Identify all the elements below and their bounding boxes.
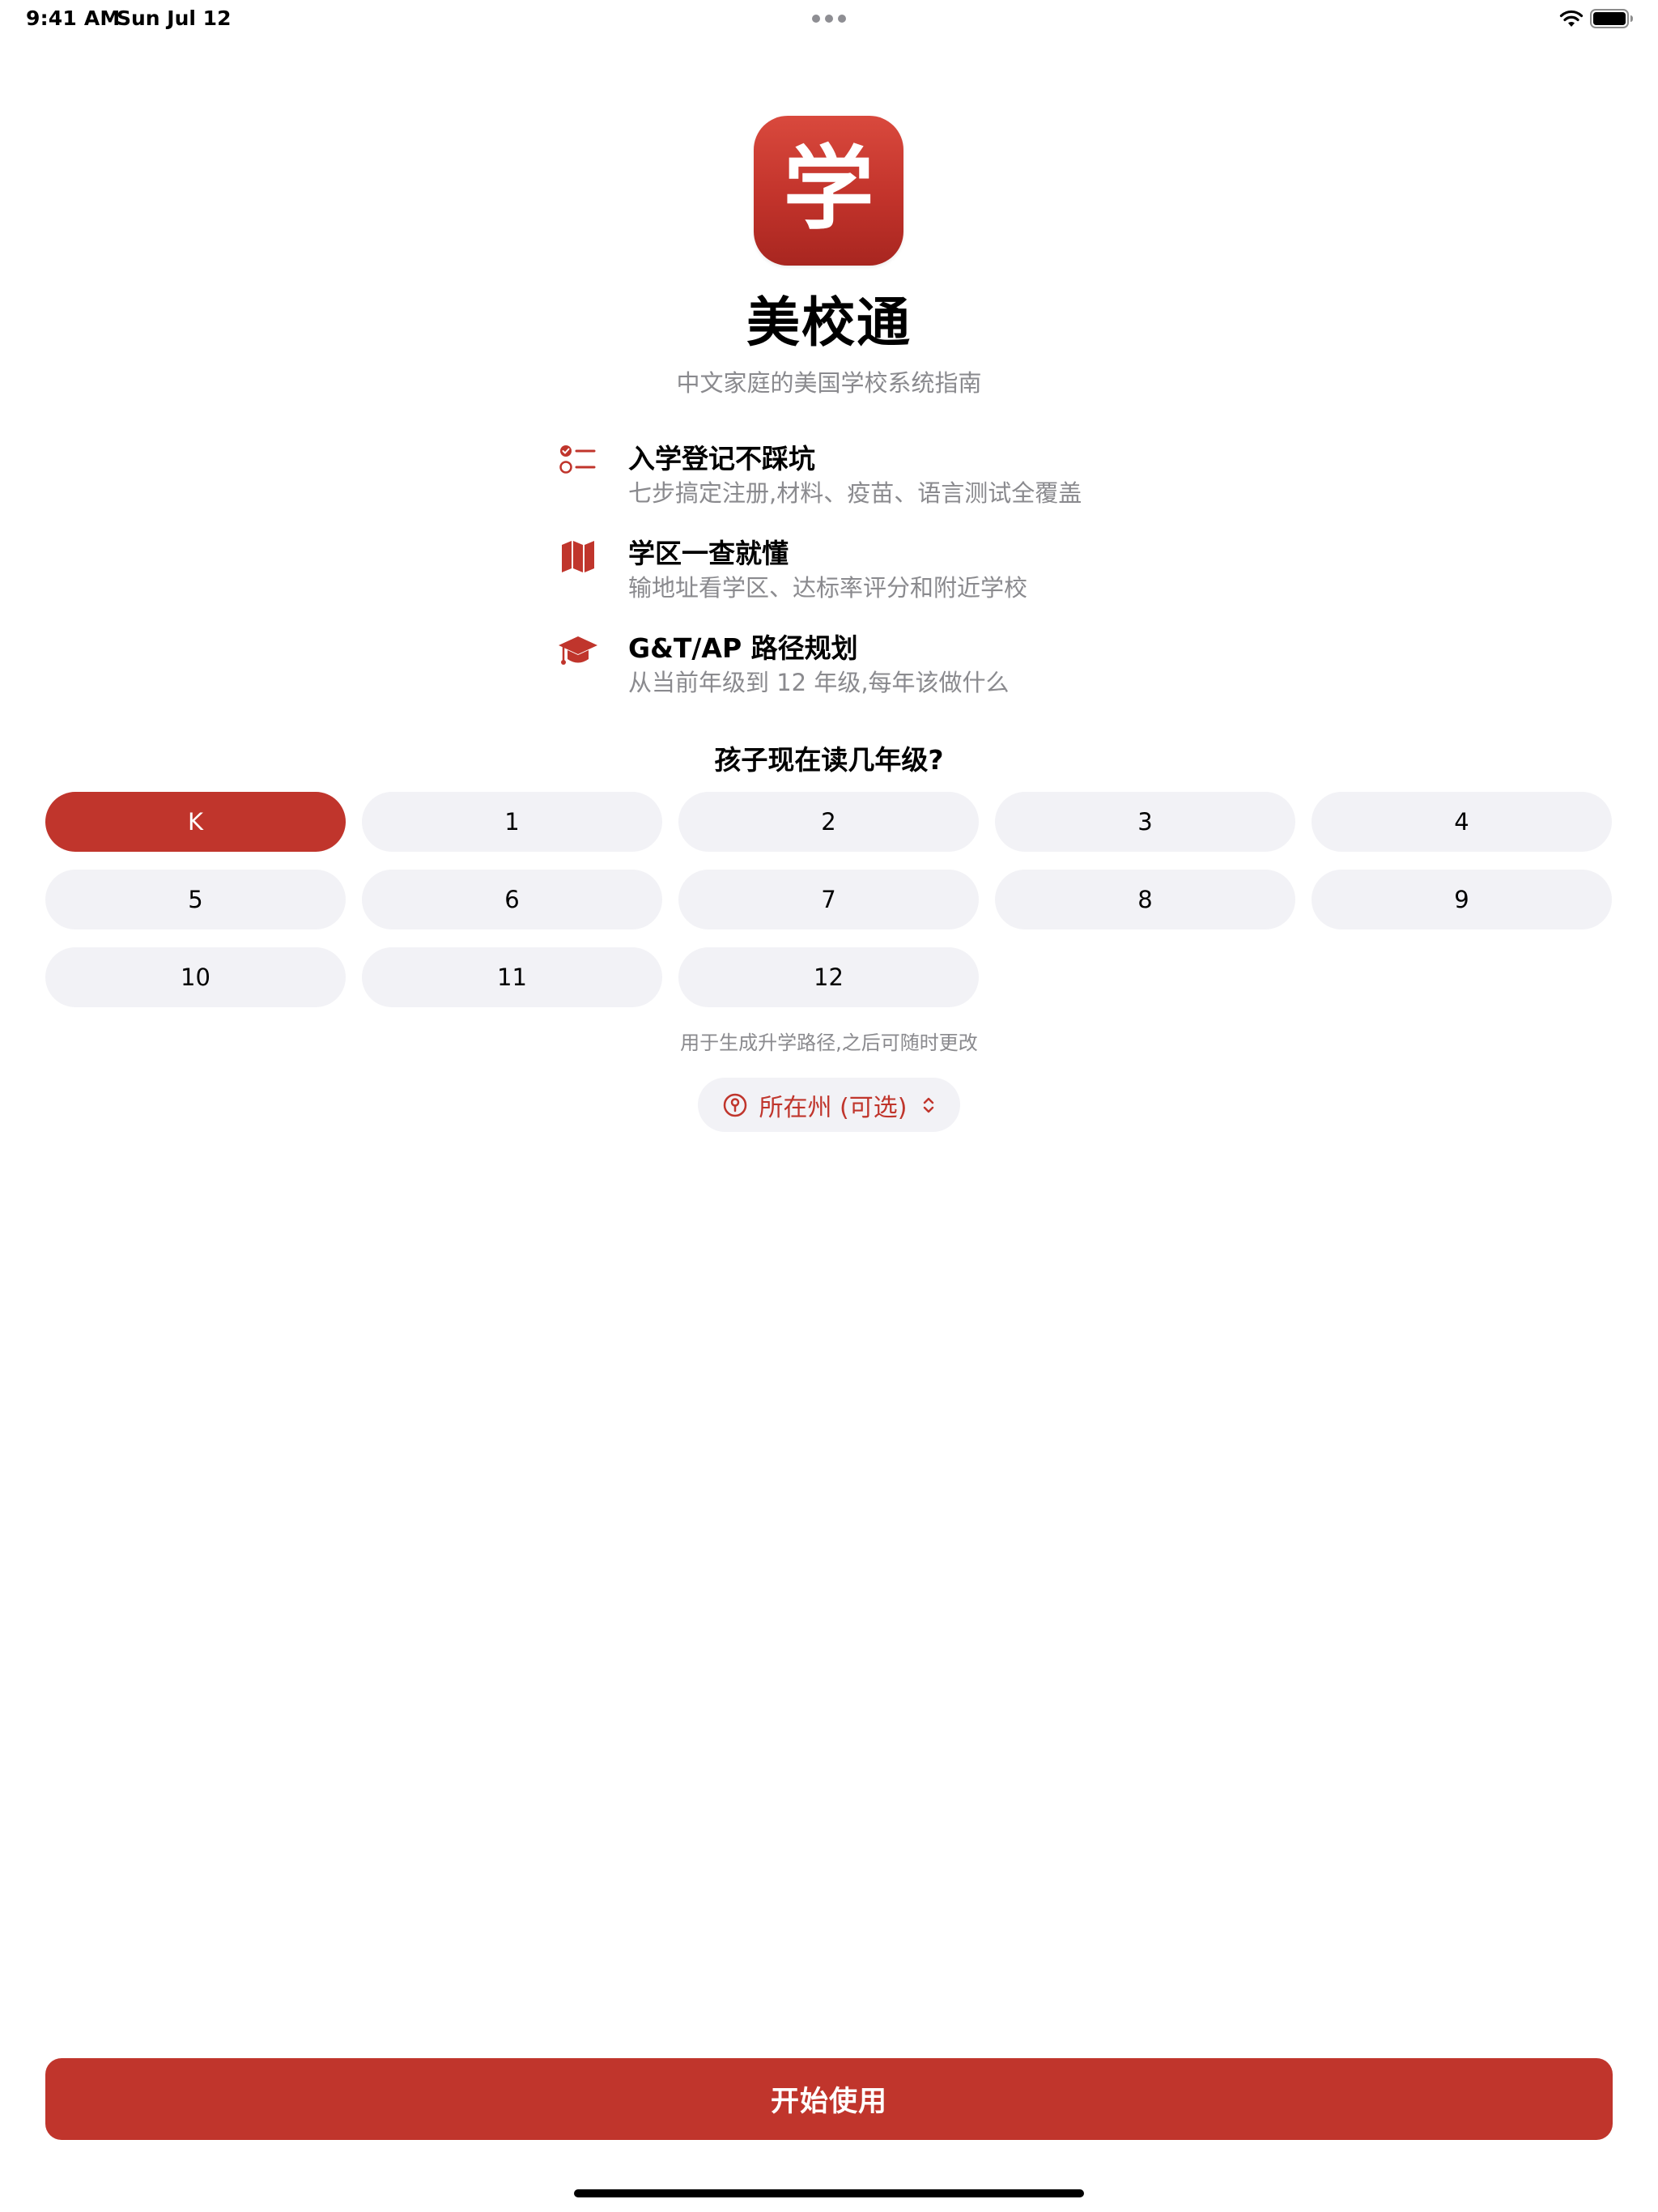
state-picker-label: 所在州 (可选) [759, 1093, 908, 1122]
app-title: 美校通 [746, 291, 912, 354]
map-icon [562, 541, 594, 572]
grade-chip-6[interactable]: 6 [362, 870, 662, 929]
feature-desc: 输地址看学区、达标率评分和附近学校 [628, 574, 1028, 602]
app-icon: 学 [754, 116, 903, 266]
feature-desc: 七步搞定注册,材料、疫苗、语言测试全覆盖 [628, 479, 1082, 507]
grade-chip-4[interactable]: 4 [1312, 792, 1612, 852]
status-bar: 9:41 AM Sun Jul 12 [0, 0, 1658, 39]
grade-chip-1[interactable]: 1 [362, 792, 662, 852]
chevron-up-down-icon [924, 1097, 934, 1112]
grade-chip-10[interactable]: 10 [45, 947, 346, 1007]
app-subtitle: 中文家庭的美国学校系统指南 [676, 369, 982, 397]
grade-chip-k[interactable]: K [45, 792, 346, 852]
checklist-icon [559, 445, 596, 474]
feature-title: G&T/AP 路径规划 [628, 632, 858, 664]
grade-chip-8[interactable]: 8 [995, 870, 1295, 929]
grade-chip-3[interactable]: 3 [995, 792, 1295, 852]
battery-icon [1590, 9, 1633, 28]
grade-question: 孩子现在读几年级? [714, 744, 944, 776]
grade-chip-12[interactable]: 12 [678, 947, 979, 1007]
grade-hint: 用于生成升学路径,之后可随时更改 [680, 1032, 978, 1054]
feature-item-district: 学区一查就懂 输地址看学区、达标率评分和附近学校 [557, 532, 1172, 627]
status-date: Sun Jul 12 [117, 6, 232, 30]
grade-chip-5[interactable]: 5 [45, 870, 346, 929]
home-indicator[interactable] [574, 2189, 1084, 2197]
grade-chip-9[interactable]: 9 [1312, 870, 1612, 929]
feature-title: 学区一查就懂 [628, 538, 789, 569]
state-picker-button[interactable]: 所在州 (可选) [698, 1078, 960, 1132]
graduation-cap-icon [559, 636, 597, 665]
grade-chip-2[interactable]: 2 [678, 792, 979, 852]
start-button[interactable]: 开始使用 [45, 2058, 1613, 2140]
feature-title: 入学登记不踩坑 [628, 443, 815, 474]
wifi-icon [1559, 10, 1584, 27]
start-button-label: 开始使用 [770, 2086, 887, 2118]
grade-chip-11[interactable]: 11 [362, 947, 662, 1007]
status-time: 9:41 AM [26, 6, 121, 30]
multitasking-dots-icon[interactable] [811, 14, 847, 23]
feature-list: 入学登记不踩坑 七步搞定注册,材料、疫苗、语言测试全覆盖 学区一查就懂 输地址看… [557, 437, 1172, 721]
feature-item-enrollment: 入学登记不踩坑 七步搞定注册,材料、疫苗、语言测试全覆盖 [557, 437, 1172, 532]
grade-chip-7[interactable]: 7 [678, 870, 979, 929]
feature-desc: 从当前年级到 12 年级,每年该做什么 [628, 669, 1010, 696]
app-icon-glyph: 学 [783, 136, 874, 242]
feature-item-pathway: G&T/AP 路径规划 从当前年级到 12 年级,每年该做什么 [557, 627, 1172, 721]
grade-selector: K 1 2 3 4 5 6 7 8 9 10 11 12 [45, 792, 1613, 1007]
location-pin-icon [723, 1093, 746, 1117]
